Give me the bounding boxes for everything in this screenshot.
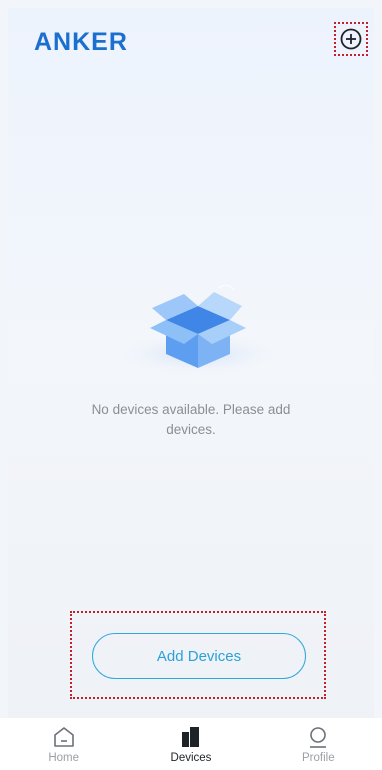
add-devices-button[interactable]: Add Devices bbox=[92, 633, 306, 679]
tab-home[interactable]: Home bbox=[9, 718, 119, 770]
tab-profile-label: Profile bbox=[302, 752, 335, 764]
empty-box-illustration bbox=[120, 284, 276, 374]
home-icon bbox=[53, 727, 74, 747]
anker-logo: ANKER bbox=[34, 28, 128, 56]
svg-text:ANKER: ANKER bbox=[34, 28, 128, 56]
tab-devices[interactable]: Devices bbox=[136, 718, 246, 770]
add-devices-area: Add Devices bbox=[70, 611, 326, 699]
empty-state-message: No devices available. Please add devices… bbox=[91, 402, 291, 437]
devices-icon bbox=[181, 727, 199, 747]
plus-circle-icon bbox=[340, 28, 362, 50]
add-device-header-button[interactable] bbox=[334, 22, 368, 56]
tab-profile[interactable]: Profile bbox=[263, 718, 373, 770]
devices-screen: ANKER No devices available. Please add d… bbox=[8, 8, 374, 762]
tab-home-label: Home bbox=[48, 752, 79, 764]
bottom-tab-bar: Home Devices Profile bbox=[0, 718, 382, 770]
profile-icon bbox=[310, 727, 327, 748]
tab-devices-label: Devices bbox=[170, 752, 212, 764]
